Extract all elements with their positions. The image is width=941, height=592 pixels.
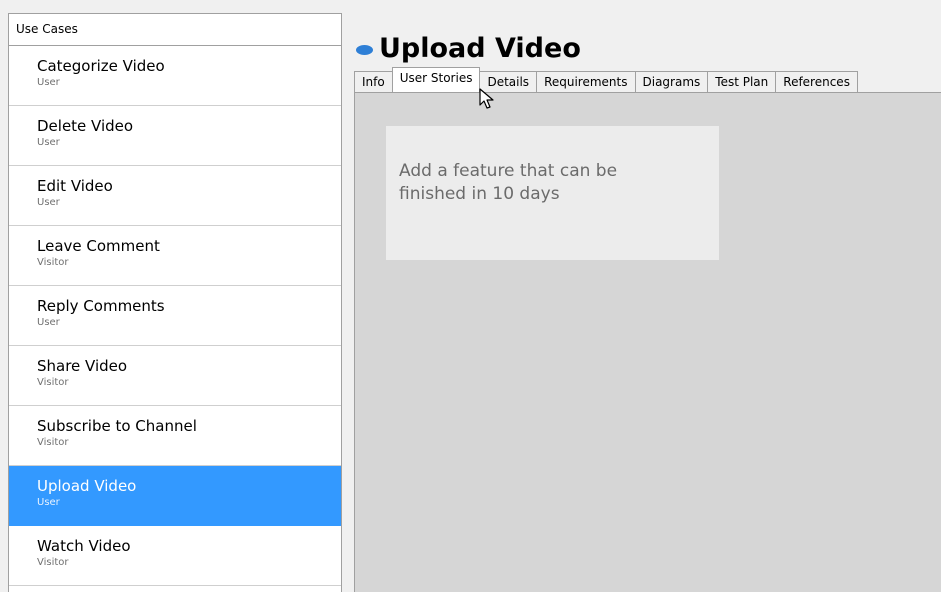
use-case-actor: User — [37, 197, 60, 208]
use-case-item-subscribe-to-channel[interactable]: Subscribe to Channel Visitor — [9, 406, 341, 466]
use-case-item-leave-comment[interactable]: Leave Comment Visitor — [9, 226, 341, 286]
use-case-name: Leave Comment — [37, 237, 160, 255]
page-title-row: Upload Video — [356, 32, 581, 66]
add-user-story-card[interactable]: Add a feature that can be finished in 10… — [386, 126, 719, 260]
use-case-list: Categorize Video User Delete Video User … — [9, 46, 341, 586]
add-user-story-placeholder: Add a feature that can be finished in 10… — [399, 161, 618, 204]
use-case-item-categorize-video[interactable]: Categorize Video User — [9, 46, 341, 106]
detail-tabs: Info User Stories Details Requirements D… — [354, 67, 858, 92]
tab-references[interactable]: References — [775, 71, 858, 92]
tab-test-plan[interactable]: Test Plan — [707, 71, 777, 92]
use-case-name: Reply Comments — [37, 297, 165, 315]
use-case-actor: Visitor — [37, 437, 69, 448]
use-case-name: Share Video — [37, 357, 128, 375]
tab-user-stories[interactable]: User Stories — [391, 67, 481, 92]
use-case-actor: Visitor — [37, 557, 69, 568]
use-case-actor: User — [37, 317, 60, 328]
user-stories-area[interactable]: Add a feature that can be finished in 10… — [354, 92, 941, 592]
use-case-name: Categorize Video — [37, 57, 165, 75]
use-case-name: Edit Video — [37, 177, 113, 195]
page-title: Upload Video — [379, 33, 581, 64]
use-case-name: Upload Video — [37, 477, 137, 495]
use-cases-panel: Use Cases Categorize Video User Delete V… — [8, 13, 342, 592]
tab-diagrams[interactable]: Diagrams — [634, 71, 709, 92]
use-case-item-edit-video[interactable]: Edit Video User — [9, 166, 341, 226]
use-cases-header: Use Cases — [9, 14, 341, 46]
use-case-name: Watch Video — [37, 537, 131, 555]
use-case-actor: Visitor — [37, 257, 69, 268]
use-case-item-watch-video[interactable]: Watch Video Visitor — [9, 526, 341, 586]
use-case-item-share-video[interactable]: Share Video Visitor — [9, 346, 341, 406]
use-case-item-upload-video[interactable]: Upload Video User — [9, 466, 341, 526]
arrow-cursor-icon — [479, 88, 494, 109]
use-case-item-reply-comments[interactable]: Reply Comments User — [9, 286, 341, 346]
use-case-name: Delete Video — [37, 117, 134, 135]
use-case-name: Subscribe to Channel — [37, 417, 197, 435]
tab-requirements[interactable]: Requirements — [536, 71, 636, 92]
use-case-editor-window: Use Cases Categorize Video User Delete V… — [0, 0, 941, 592]
use-case-item-delete-video[interactable]: Delete Video User — [9, 106, 341, 166]
use-case-actor: User — [37, 137, 60, 148]
use-case-ellipse-icon — [356, 45, 373, 55]
use-case-actor: Visitor — [37, 377, 69, 388]
use-case-detail-panel: Upload Video Info User Stories Details R… — [346, 13, 941, 592]
use-case-actor: User — [37, 497, 60, 508]
tab-info[interactable]: Info — [354, 71, 393, 92]
use-case-actor: User — [37, 77, 60, 88]
